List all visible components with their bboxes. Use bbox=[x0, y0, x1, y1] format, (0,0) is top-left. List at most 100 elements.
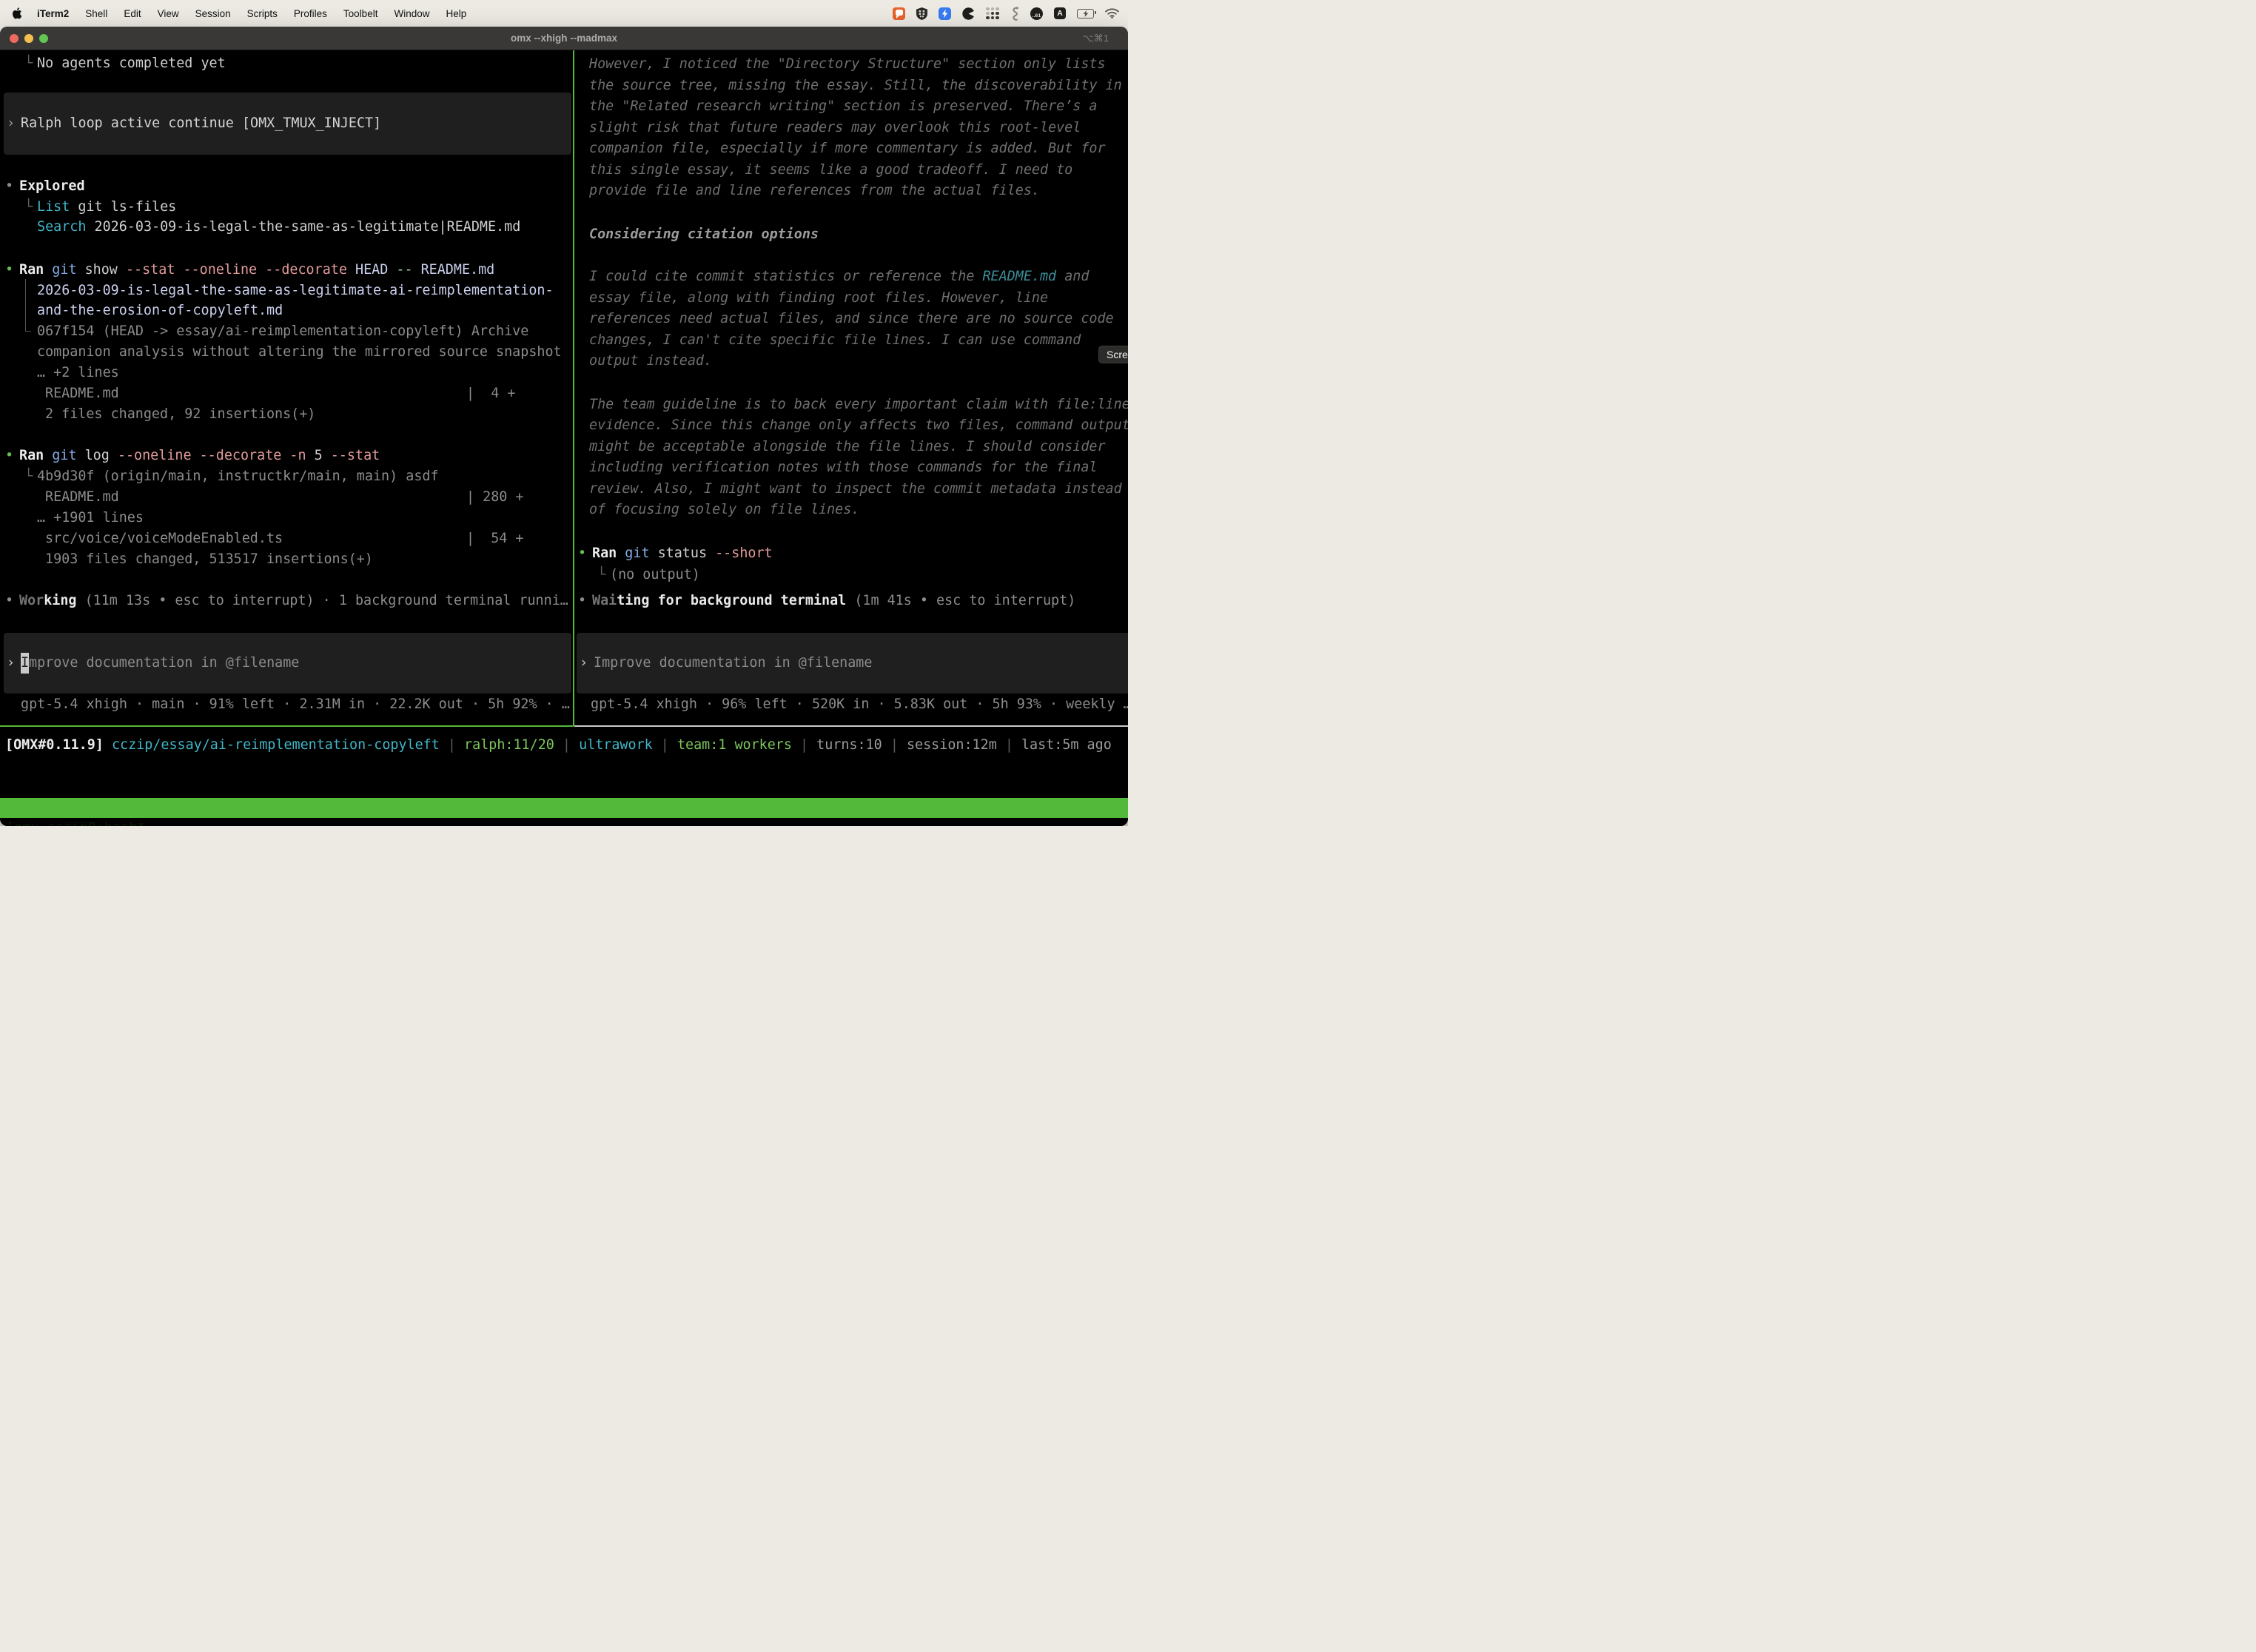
omx-repo-path: cczip/essay/ai-reimplementation-copyleft bbox=[112, 737, 440, 753]
git-show-arg-wrap-line: 2026-03-09-is-legal-the-same-as-legitima… bbox=[0, 281, 573, 301]
git-show-arg-wrap-line: and-the-erosion-of-copyleft.md bbox=[0, 300, 573, 321]
reasoning-paragraph-line: evidence. Since this change only affects… bbox=[573, 415, 1128, 436]
reasoning-paragraph-line: might be acceptable alongside the file l… bbox=[573, 437, 1128, 457]
bullet-icon: • bbox=[5, 591, 19, 611]
bullet-icon: • bbox=[5, 176, 19, 197]
menu-item-iterm2[interactable]: iTerm2 bbox=[37, 8, 69, 19]
pane-border-right bbox=[574, 725, 1128, 727]
reasoning-paragraph-line: slight risk that future readers may over… bbox=[573, 118, 1128, 138]
prompt-chevron-icon: › bbox=[7, 113, 21, 134]
battery-icon[interactable] bbox=[1077, 9, 1094, 19]
terminal-content: └No agents completed yet ›Ralph loop act… bbox=[0, 50, 1128, 826]
menu-item-help[interactable]: Help bbox=[446, 8, 466, 19]
session-status-left: gpt-5.4 xhigh · main · 91% left · 2.31M … bbox=[0, 694, 573, 715]
menu-item-window[interactable]: Window bbox=[394, 8, 429, 19]
window-title-bar[interactable]: omx --xhigh --madmax ⌥⌘1 bbox=[0, 27, 1128, 50]
menu-bar: iTerm2 Shell Edit View Session Scripts P… bbox=[0, 0, 1128, 27]
tree-corner-icon: └ bbox=[24, 53, 37, 74]
waiting-status-line: •Waiting for background terminal (1m 41s… bbox=[573, 591, 1128, 611]
bullet-icon: • bbox=[5, 260, 19, 281]
badge-61-label: ..61 bbox=[1030, 7, 1043, 20]
text-cursor: I bbox=[21, 653, 29, 674]
menu-item-toolbelt[interactable]: Toolbelt bbox=[343, 8, 378, 19]
readme-link: README.md bbox=[982, 269, 1056, 284]
prompt-input-left[interactable]: ›Improve documentation in @filename bbox=[4, 633, 571, 694]
window-shortcut: ⌥⌘1 bbox=[1083, 27, 1109, 50]
reasoning-paragraph-line: including verification notes with those … bbox=[573, 457, 1128, 478]
tree-corner-icon: └ bbox=[24, 197, 37, 218]
reasoning-paragraph-line: output instead. bbox=[573, 351, 1128, 372]
menu-item-profiles[interactable]: Profiles bbox=[294, 8, 327, 19]
reasoning-paragraph-line: However, I noticed the "Directory Struct… bbox=[573, 54, 1128, 75]
tmux-session-name[interactable]: [omx-cczip0:bash* bbox=[6, 818, 145, 826]
git-show-output-line: companion analysis without altering the … bbox=[0, 342, 573, 363]
git-log-command-line: •Ran git log --oneline --decorate -n 5 -… bbox=[0, 446, 573, 466]
bullet-icon: • bbox=[578, 591, 592, 611]
screen-tooltip: Scre bbox=[1098, 346, 1128, 363]
reasoning-paragraph-line: companion file, especially if more comme… bbox=[573, 138, 1128, 159]
window-title: omx --xhigh --madmax bbox=[0, 27, 1128, 50]
omx-mode: ultrawork bbox=[579, 737, 653, 753]
omx-last: last:5m ago bbox=[1021, 737, 1112, 753]
prompt-input-right[interactable]: ›Improve documentation in @filename bbox=[577, 633, 1128, 694]
pane-border-left bbox=[0, 725, 574, 727]
explored-list-line: └List git ls-files bbox=[0, 197, 573, 218]
squiggle-icon[interactable] bbox=[1010, 7, 1019, 21]
bullet-icon: • bbox=[5, 446, 19, 466]
git-log-output-line: └4b9d30f (origin/main, instructkr/main, … bbox=[0, 466, 573, 487]
prompt-input-right-line[interactable]: ›Improve documentation in @filename bbox=[580, 653, 1128, 674]
omx-status-bar: [OMX#0.11.9] cczip/essay/ai-reimplementa… bbox=[5, 735, 1128, 756]
tmux-status-bar: [omx-cczip0:bash* "MacBook-Pro-44.local"… bbox=[0, 798, 1128, 819]
menu-item-session[interactable]: Session bbox=[195, 8, 231, 19]
reasoning-paragraph-line: references need actual files, and since … bbox=[573, 309, 1128, 329]
lightning-app-icon[interactable] bbox=[939, 7, 951, 20]
reasoning-paragraph-line: of focusing solely on file lines. bbox=[573, 500, 1128, 520]
git-log-stat-line: README.md| 280 + bbox=[0, 487, 573, 508]
iterm-window: omx --xhigh --madmax ⌥⌘1 └No agents comp… bbox=[0, 27, 1128, 826]
session-status-right: gpt-5.4 xhigh · 96% left · 520K in · 5.8… bbox=[573, 694, 1128, 715]
omx-version: [OMX#0.11.9] bbox=[5, 737, 112, 753]
omx-team: team:1 workers bbox=[677, 737, 792, 753]
reasoning-paragraph-line: essay file, along with finding root file… bbox=[573, 288, 1128, 309]
git-log-stat-line: src/voice/voiceModeEnabled.ts| 54 + bbox=[0, 528, 573, 549]
badge-61-icon[interactable]: ..61 bbox=[1030, 7, 1043, 20]
prompt-chevron-icon: › bbox=[580, 653, 594, 674]
menu-item-view[interactable]: View bbox=[158, 8, 179, 19]
omx-session: session:12m bbox=[907, 737, 997, 753]
right-pane: However, I noticed the "Directory Struct… bbox=[573, 50, 1128, 726]
prompt-chevron-icon: › bbox=[7, 653, 21, 674]
explored-search-line: Search 2026-03-09-is-legal-the-same-as-l… bbox=[0, 217, 573, 238]
menu-item-edit[interactable]: Edit bbox=[124, 8, 141, 19]
git-show-more-line: … +2 lines bbox=[0, 363, 573, 383]
git-show-command-line: •Ran git show --stat --oneline --decorat… bbox=[0, 260, 573, 281]
wifi-icon[interactable] bbox=[1105, 8, 1119, 19]
apple-menu-icon[interactable] bbox=[12, 7, 22, 19]
reasoning-heading: Considering citation options bbox=[573, 224, 1128, 245]
git-status-command-line: •Ran git status --short bbox=[573, 543, 1128, 564]
tree-corner-icon: └ bbox=[597, 565, 610, 585]
reasoning-paragraph-line: I could cite commit statistics or refere… bbox=[573, 266, 1128, 287]
reasoning-paragraph-line: review. Also, I might want to inspect th… bbox=[573, 479, 1128, 500]
prompt-input-left-line[interactable]: ›Improve documentation in @filename bbox=[7, 653, 568, 674]
a-app-icon[interactable]: A bbox=[1054, 7, 1066, 19]
omx-turns: turns:10 bbox=[816, 737, 882, 753]
screen: iTerm2 Shell Edit View Session Scripts P… bbox=[0, 0, 1128, 826]
reasoning-paragraph-line: this single essay, it seems like a good … bbox=[573, 160, 1128, 181]
git-show-stat-line: README.md| 4 + bbox=[0, 383, 573, 404]
chat-app-icon[interactable] bbox=[893, 7, 905, 20]
pie-app-icon[interactable] bbox=[962, 7, 975, 20]
reasoning-paragraph-line: The team guideline is to back every impo… bbox=[573, 394, 1128, 415]
a-app-label: A bbox=[1054, 7, 1066, 19]
reasoning-paragraph-line: the "Related research writing" section i… bbox=[573, 96, 1128, 117]
dots-grid-icon[interactable] bbox=[986, 7, 999, 20]
reasoning-paragraph-line: provide file and line references from th… bbox=[573, 181, 1128, 201]
menu-item-shell[interactable]: Shell bbox=[85, 8, 107, 19]
git-show-output-line: 067f154 (HEAD -> essay/ai-reimplementati… bbox=[0, 321, 573, 342]
reasoning-paragraph-line: the source tree, missing the essay. Stil… bbox=[573, 75, 1128, 96]
menu-item-scripts[interactable]: Scripts bbox=[247, 8, 278, 19]
omx-ralph-counter: ralph:11/20 bbox=[464, 737, 554, 753]
shield-icon[interactable] bbox=[916, 7, 927, 20]
ralph-banner-line: ›Ralph loop active continue [OMX_TMUX_IN… bbox=[7, 113, 568, 134]
bullet-icon: • bbox=[578, 543, 592, 564]
git-log-summary-line: 1903 files changed, 513517 insertions(+) bbox=[0, 549, 573, 570]
